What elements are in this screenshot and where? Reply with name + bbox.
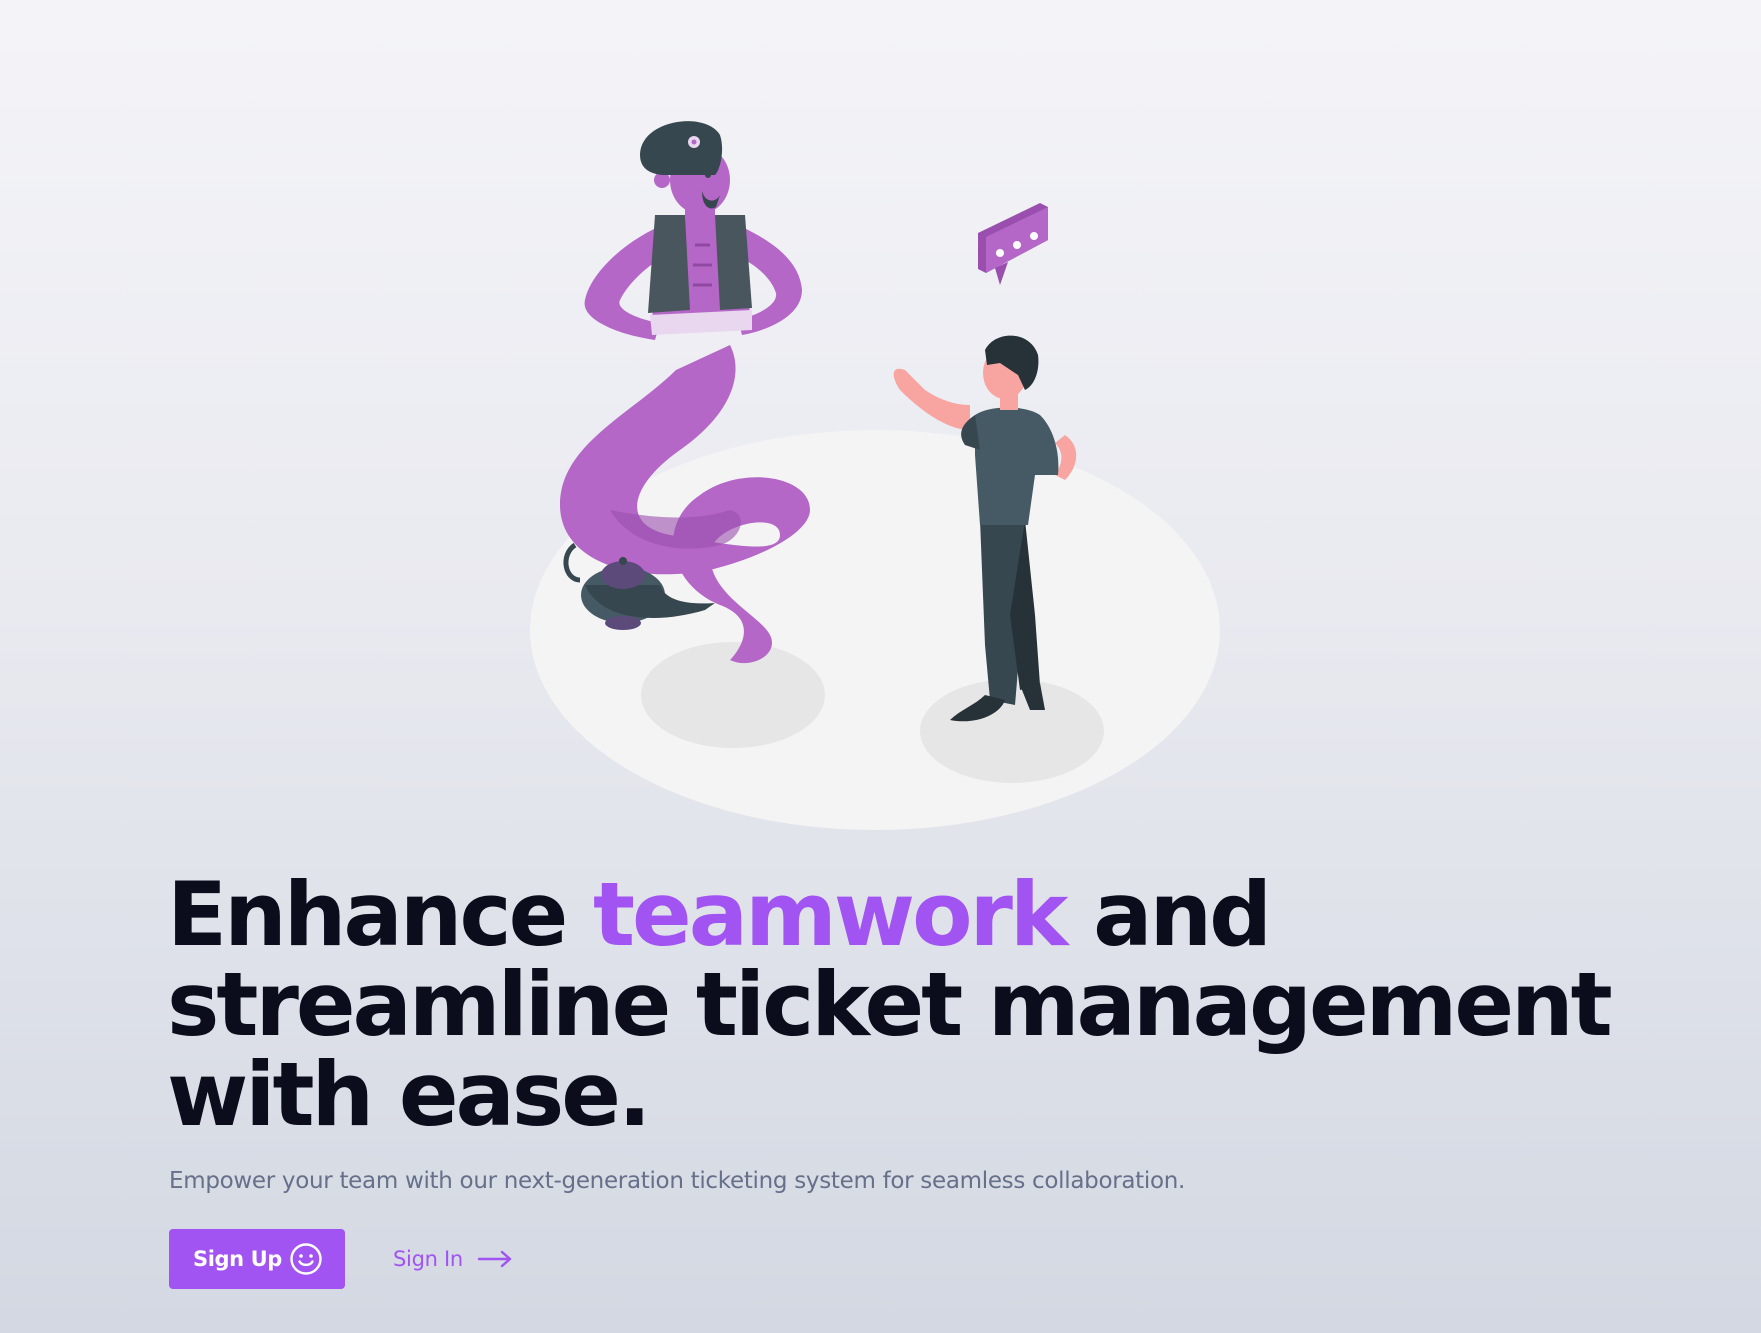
cta-row: Sign Up Sign In xyxy=(169,1229,513,1289)
arrow-right-icon xyxy=(477,1250,512,1268)
landing-page: Enhance teamwork and streamline ticket m… xyxy=(0,0,1761,1333)
hero-section: Enhance teamwork and streamline ticket m… xyxy=(167,870,1667,1195)
genie-figure xyxy=(584,121,802,340)
headline-line-3: with ease. xyxy=(167,1043,651,1146)
headline-line-2: streamline ticket management xyxy=(167,953,1613,1056)
headline-part-and: and xyxy=(1065,863,1272,966)
headline-part-enhance: Enhance xyxy=(167,863,593,966)
sign-in-label: Sign In xyxy=(393,1247,463,1271)
hero-headline: Enhance teamwork and streamline ticket m… xyxy=(167,870,1667,1140)
sign-up-label: Sign Up xyxy=(193,1247,282,1271)
hero-subtitle: Empower your team with our next-generati… xyxy=(169,1168,1186,1194)
sign-up-button[interactable]: Sign Up xyxy=(169,1229,345,1289)
chat-bubble-icon xyxy=(978,203,1048,285)
smiley-icon xyxy=(290,1243,322,1275)
genie-illustration xyxy=(530,121,1220,830)
headline-accent-teamwork: teamwork xyxy=(592,863,1069,966)
sign-in-link[interactable]: Sign In xyxy=(393,1247,513,1271)
